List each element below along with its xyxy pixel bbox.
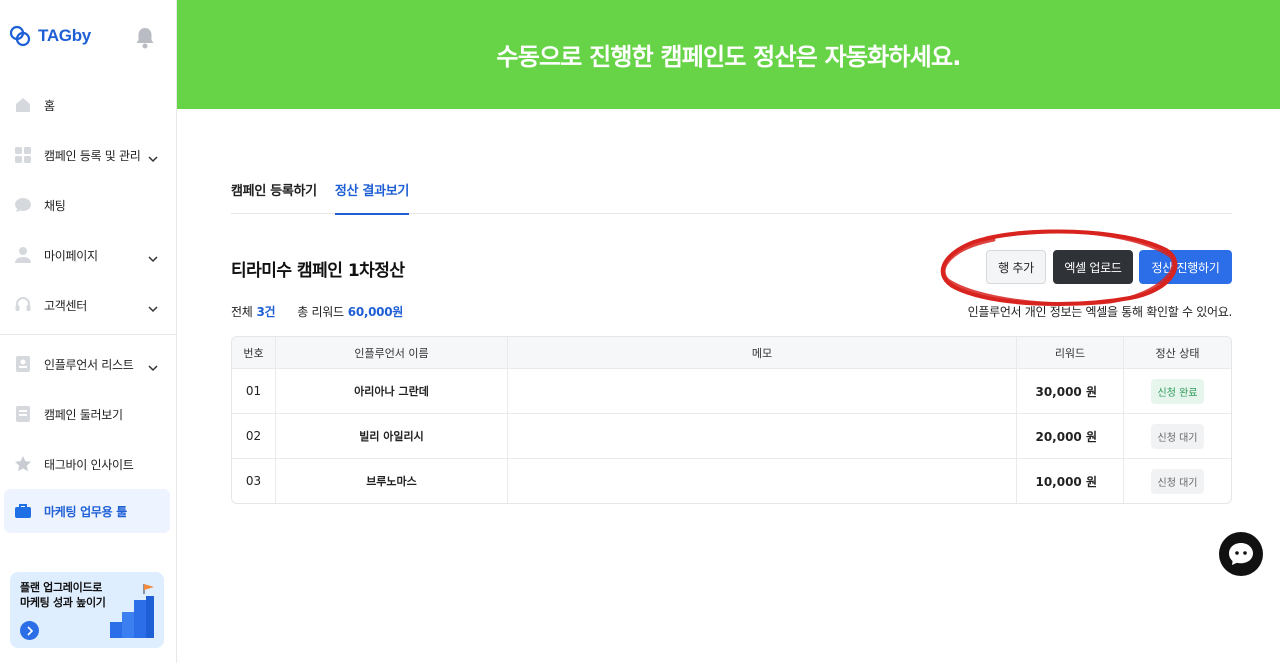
logo[interactable]: TAGby (8, 24, 91, 48)
sidebar-item-support[interactable]: 고객센터 (0, 280, 176, 330)
star-icon (14, 455, 32, 473)
tab-settlement-results[interactable]: 정산 결과보기 (334, 170, 409, 215)
tagby-logo-icon (9, 25, 31, 47)
header-number: 번호 (232, 337, 276, 368)
growth-stairs-icon (110, 584, 154, 638)
profile-card-icon (14, 355, 32, 373)
sidebar-item-label: 캠페인 등록 및 관리 (44, 148, 141, 163)
sidebar-item-marketing-tools[interactable]: 마케팅 업무용 툴 (4, 489, 170, 533)
row-influencer-name: 브루노마스 (276, 459, 508, 503)
document-icon (14, 405, 32, 423)
row-reward: 20,000 원 (1017, 414, 1124, 458)
sidebar-item-label: 캠페인 둘러보기 (44, 407, 123, 422)
promo-title: 플랜 업그레이드로 마케팅 성과 높이기 (20, 580, 106, 610)
header-status: 정산 상태 (1155, 346, 1200, 360)
tab-campaign-register[interactable]: 캠페인 등록하기 (231, 170, 317, 214)
table-body: 01 아리아나 그란데 30,000 원 신청 완료 02 빌리 아일리시 20… (232, 368, 1231, 503)
sidebar-item-label: 마케팅 업무용 툴 (44, 504, 127, 519)
settlement-table: 번호 인플루언서 이름 메모 리워드 정산 상태 01 아리아나 그란데 30,… (231, 336, 1232, 504)
promo-line-1: 플랜 업그레이드로 (20, 581, 103, 594)
logo-text: TAGby (38, 26, 91, 45)
status-badge: 신청 완료 (1150, 378, 1205, 404)
row-number: 02 (232, 414, 276, 458)
row-reward: 30,000 원 (1017, 369, 1124, 413)
chevron-down-icon (148, 148, 158, 167)
upgrade-promo-card[interactable]: 플랜 업그레이드로 마케팅 성과 높이기 (10, 572, 164, 648)
row-memo[interactable] (508, 459, 1017, 503)
briefcase-icon (14, 502, 32, 520)
reward-label: 총 리워드 (297, 305, 344, 319)
banner-text: 수동으로 진행한 캠페인도 정산은 자동화하세요. (496, 43, 961, 71)
total-label: 전체 (231, 305, 253, 319)
sidebar-item-campaign-manage[interactable]: 캠페인 등록 및 관리 (0, 130, 176, 180)
sidebar-item-mypage[interactable]: 마이페이지 (0, 230, 176, 280)
row-influencer-name: 빌리 아일리시 (276, 414, 508, 458)
grid-icon (14, 146, 32, 164)
sidebar-nav: 홈 캠페인 등록 및 관리 채팅 마이페이지 고객센터 인플루언서 리스트 캠페… (0, 80, 176, 533)
user-icon (14, 246, 32, 264)
promo-banner: 수동으로 진행한 캠페인도 정산은 자동화하세요. (177, 0, 1280, 109)
tab-bar: 캠페인 등록하기 정산 결과보기 (231, 170, 1232, 215)
sidebar-item-label: 태그바이 인사이트 (44, 457, 134, 472)
status-badge: 신청 대기 (1150, 423, 1205, 449)
row-number: 01 (232, 369, 276, 413)
chevron-down-icon (148, 357, 158, 376)
sidebar-divider (0, 334, 176, 335)
header-influencer-name: 인플루언서 이름 (276, 337, 508, 368)
summary-bar: 전체 3건 총 리워드 60,000원 (231, 303, 403, 320)
bell-icon[interactable] (134, 26, 156, 54)
privacy-notice: 인플루언서 개인 정보는 엑셀을 통해 확인할 수 있어요. (967, 305, 1233, 319)
table-row[interactable]: 02 빌리 아일리시 20,000 원 신청 대기 (232, 413, 1231, 458)
page-title: 티라미수 캠페인 1차정산 (231, 261, 405, 281)
summary-spacer (279, 303, 293, 320)
sidebar-item-chat[interactable]: 채팅 (0, 180, 176, 230)
promo-arrow-button[interactable] (20, 621, 39, 640)
chat-face-icon (1229, 543, 1253, 565)
sidebar: TAGby 홈 캠페인 등록 및 관리 채팅 마이페이지 고객센터 인플루언서 … (0, 0, 177, 663)
sidebar-item-label: 홈 (44, 98, 55, 113)
chat-bubble-icon (14, 196, 32, 214)
row-number: 03 (232, 459, 276, 503)
status-badge: 신청 대기 (1150, 468, 1205, 494)
header-memo: 메모 (508, 337, 1017, 368)
table-header-row: 번호 인플루언서 이름 메모 리워드 정산 상태 (232, 337, 1231, 368)
sidebar-item-label: 인플루언서 리스트 (44, 357, 134, 372)
sidebar-item-insight[interactable]: 태그바이 인사이트 (0, 439, 176, 489)
row-status: 신청 완료 (1124, 369, 1231, 413)
header-reward: 리워드 (1017, 337, 1124, 368)
reward-total: 60,000원 (347, 305, 404, 319)
chat-support-button[interactable] (1219, 532, 1263, 576)
headset-icon (14, 296, 32, 314)
excel-upload-button[interactable]: 엑셀 업로드 (1053, 250, 1133, 284)
row-memo[interactable] (508, 414, 1017, 458)
home-icon (14, 96, 32, 114)
sidebar-item-label: 마이페이지 (44, 248, 98, 263)
chevron-right-icon (26, 625, 33, 636)
total-count: 3건 (256, 305, 276, 319)
row-reward: 10,000 원 (1017, 459, 1124, 503)
row-status: 신청 대기 (1124, 459, 1231, 503)
sidebar-item-home[interactable]: 홈 (0, 80, 176, 130)
row-influencer-name: 아리아나 그란데 (276, 369, 508, 413)
chevron-down-icon (148, 298, 158, 317)
chevron-down-icon (148, 248, 158, 267)
row-status: 신청 대기 (1124, 414, 1231, 458)
table-row[interactable]: 03 브루노마스 10,000 원 신청 대기 (232, 458, 1231, 503)
sidebar-item-label: 채팅 (44, 198, 66, 213)
sidebar-item-label: 고객센터 (44, 298, 87, 313)
sidebar-item-browse-campaigns[interactable]: 캠페인 둘러보기 (0, 389, 176, 439)
promo-line-2: 마케팅 성과 높이기 (20, 596, 106, 609)
add-row-button[interactable]: 행 추가 (986, 250, 1046, 284)
row-memo[interactable] (508, 369, 1017, 413)
table-row[interactable]: 01 아리아나 그란데 30,000 원 신청 완료 (232, 368, 1231, 413)
sidebar-item-influencer-list[interactable]: 인플루언서 리스트 (0, 339, 176, 389)
start-settlement-button[interactable]: 정산 진행하기 (1139, 250, 1232, 284)
